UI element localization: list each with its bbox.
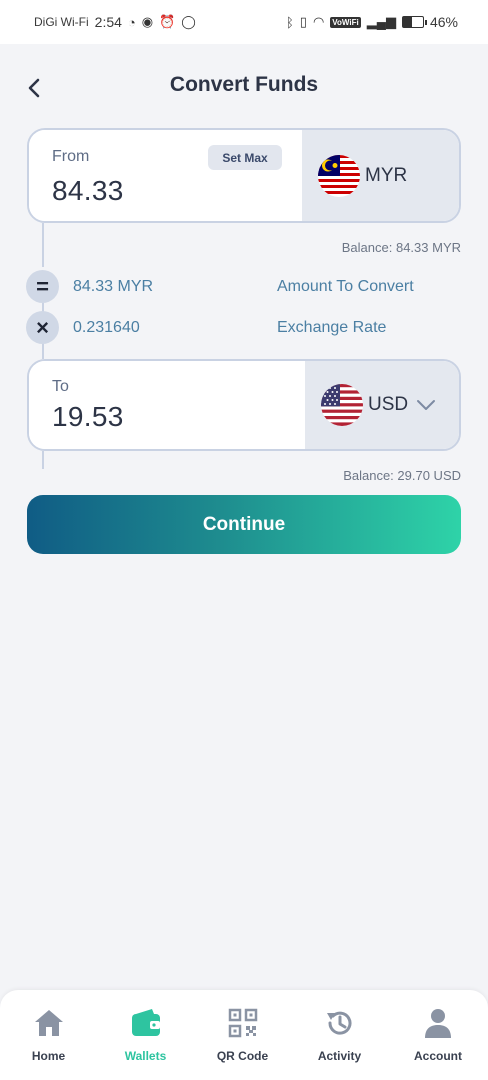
- malaysia-flag-icon: [318, 154, 360, 197]
- exchange-rate-row: × 0.231640 Exchange Rate: [26, 311, 466, 345]
- clock: 2:54: [94, 14, 122, 30]
- nav-label-wallets: Wallets: [124, 1049, 167, 1063]
- multiply-icon: ×: [26, 311, 59, 344]
- to-card: To 19.53 USD: [27, 359, 461, 451]
- nav-label-activity: Activity: [317, 1049, 362, 1063]
- nav-item-activity[interactable]: Activity: [291, 990, 388, 1080]
- from-label: From: [52, 148, 90, 165]
- whatsapp-icon: ◯: [181, 14, 196, 29]
- alarm-icon: ⏰: [159, 14, 176, 29]
- status-bar: DiGi Wi-Fi 2:54 ◔ ◉ ⏰ ◯ ᛒ ▯ ◠ VoWiFi ▂▄▆…: [0, 0, 488, 44]
- set-max-button[interactable]: Set Max: [208, 145, 282, 170]
- nav-label-home: Home: [31, 1049, 66, 1063]
- from-currency-code: MYR: [365, 164, 408, 186]
- home-icon: [34, 1010, 63, 1036]
- bluetooth-icon: ᛒ: [285, 14, 294, 30]
- to-currency-code: USD: [368, 394, 409, 415]
- vibrate-icon: ▯: [299, 14, 307, 29]
- amount-to-convert-row: = 84.33 MYR Amount To Convert: [26, 270, 466, 304]
- to-amount-field[interactable]: To 19.53: [29, 361, 307, 449]
- exchange-rate-value: 0.231640: [73, 319, 140, 336]
- battery-icon: [401, 16, 427, 28]
- nav-item-qr-code[interactable]: QR Code: [194, 990, 291, 1080]
- to-label: To: [52, 378, 69, 395]
- carrier-label: DiGi Wi-Fi: [34, 15, 89, 29]
- from-balance: Balance: 84.33 MYR: [341, 240, 461, 255]
- vowifi-badge: VoWiFi: [330, 16, 361, 28]
- equals-icon: =: [26, 270, 59, 303]
- signal-icon: ▂▄▆: [366, 14, 396, 29]
- chevron-down-icon: [417, 400, 436, 410]
- nav-item-wallets[interactable]: Wallets: [97, 990, 194, 1080]
- amount-to-convert-label: Amount To Convert: [277, 278, 414, 295]
- wallet-icon: [131, 1009, 160, 1036]
- history-icon: [326, 1011, 351, 1035]
- usa-flag-icon: [321, 384, 363, 426]
- to-balance: Balance: 29.70 USD: [343, 468, 461, 483]
- to-amount-value[interactable]: 19.53: [52, 401, 124, 433]
- continue-button[interactable]: Continue: [27, 495, 461, 554]
- sync-icon: ◔: [127, 14, 136, 30]
- from-amount-field[interactable]: From Set Max 84.33: [29, 130, 304, 221]
- from-card: From Set Max 84.33 MYR: [27, 128, 461, 223]
- bottom-navigation: Home Wallets QR Code Activity Account: [0, 990, 488, 1080]
- page-title: Convert Funds: [169, 73, 319, 96]
- nav-item-account[interactable]: Account: [388, 990, 488, 1080]
- connector-line: [42, 343, 44, 359]
- nav-label-qr-code: QR Code: [216, 1049, 269, 1063]
- wifi-icon: ◠: [312, 14, 325, 29]
- battery-percent: 46%: [429, 14, 458, 30]
- eye-icon: ◉: [141, 14, 154, 29]
- amount-to-convert-value: 84.33 MYR: [73, 278, 154, 295]
- from-currency-selector[interactable]: MYR: [302, 130, 459, 221]
- to-currency-selector[interactable]: USD: [305, 361, 459, 449]
- connector-line: [42, 223, 44, 267]
- nav-item-home[interactable]: Home: [0, 990, 97, 1080]
- from-amount-value[interactable]: 84.33: [52, 175, 124, 207]
- connector-line: [42, 451, 44, 469]
- page-header: Convert Funds: [0, 60, 488, 114]
- exchange-rate-label: Exchange Rate: [277, 319, 387, 336]
- user-icon: [425, 1009, 451, 1038]
- qr-code-icon: [228, 1008, 257, 1038]
- nav-label-account: Account: [414, 1049, 462, 1063]
